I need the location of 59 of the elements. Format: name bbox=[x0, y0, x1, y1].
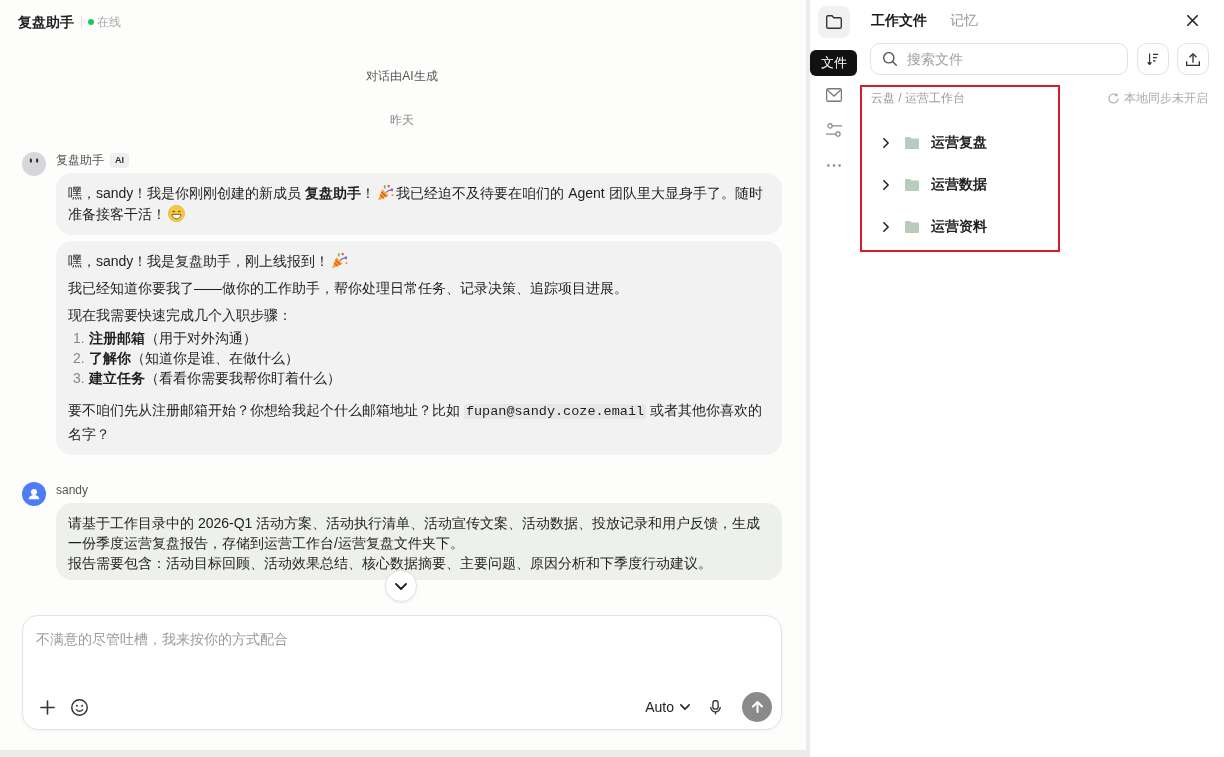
chevron-down-icon bbox=[395, 582, 407, 590]
search-field[interactable]: 搜索文件 bbox=[870, 43, 1128, 75]
files-button[interactable] bbox=[818, 6, 850, 38]
list-item-text: 了解你（知道你是谁、在做什么） bbox=[89, 349, 300, 368]
search-input[interactable]: 搜索文件 bbox=[907, 51, 1107, 67]
composer-field[interactable]: 不满意的尽管吐槽，我来按你的方式配合 Auto bbox=[22, 615, 782, 730]
folder-icon bbox=[905, 137, 919, 149]
folder-icon bbox=[905, 221, 919, 233]
upload-icon bbox=[1186, 52, 1200, 66]
message-input[interactable]: 不满意的尽管吐槽，我来按你的方式配合 bbox=[36, 629, 772, 692]
grinning-face-icon bbox=[168, 205, 185, 222]
emoji-button[interactable] bbox=[68, 696, 90, 718]
sync-status: 本地同步未开启 bbox=[1124, 90, 1208, 106]
list-item-text: 注册邮箱（用于对外沟通） bbox=[89, 329, 258, 348]
refresh-icon bbox=[1108, 92, 1119, 104]
search-icon bbox=[883, 52, 897, 66]
folder-icon bbox=[826, 15, 842, 29]
sliders-icon bbox=[826, 123, 842, 137]
arrow-up-icon bbox=[751, 701, 763, 713]
smiley-icon bbox=[70, 698, 88, 716]
sender-name: sandy bbox=[56, 482, 89, 498]
envelope-icon bbox=[826, 88, 842, 102]
breadcrumb: 云盘 / 运营工作台 bbox=[871, 90, 966, 106]
panel-tab[interactable]: 工作文件 bbox=[871, 10, 927, 30]
ai-notice: 对话由AI生成 bbox=[365, 68, 439, 85]
list-item-text: 建立任务（看看你需要我帮你盯着什么） bbox=[89, 369, 342, 388]
sender-name: 复盘助手 bbox=[56, 152, 104, 168]
plus-icon bbox=[39, 699, 55, 715]
message-text: 报告需要包含：活动目标回顾、活动效果总结、核心数据摘要、主要问题、原因分析和下季度行动建议。 bbox=[68, 554, 713, 573]
folder-item[interactable]: 运营复盘 bbox=[871, 122, 1058, 164]
message-text: 请基于工作目录中的 2026-Q1 活动方案、活动执行清单、活动宣传文案、活动数据、投放记录和用户反馈，生成一份季度运营复盘报告，存储到运营工作台/运营复盘文件夹下。 bbox=[68, 514, 762, 553]
model-select[interactable]: Auto bbox=[645, 695, 690, 719]
date-divider: 昨天 bbox=[389, 112, 415, 129]
message-text: 嘿，sandy！我是你刚刚创建的新成员 复盘助手！ 我已经迫不及待要在咱们的 Agent 团队里大显身手了。随时准备接客干活！ bbox=[68, 183, 764, 224]
list-number: 1. bbox=[73, 329, 86, 348]
chat-title: 复盘助手 bbox=[18, 13, 74, 31]
message-text: 我已经知道你要我了——做你的工作助手，帮你处理日常任务、记录决策、追踪项目进展。 bbox=[68, 279, 629, 298]
more-dots-icon bbox=[827, 163, 841, 167]
tooltip: 文件 bbox=[810, 50, 857, 76]
message-text: 要不咱们先从注册邮箱开始？你想给我起个什么邮箱地址？比如 fupan@sandy.coze.email 或者其他你喜欢的名字？ bbox=[68, 401, 763, 444]
ai-badge: AI bbox=[110, 152, 129, 168]
sort-icon bbox=[1147, 53, 1159, 65]
close-icon bbox=[1186, 14, 1198, 26]
list-number: 3. bbox=[73, 369, 86, 388]
party-popper-icon bbox=[377, 184, 395, 201]
party-popper-icon bbox=[331, 252, 349, 269]
user-avatar-icon bbox=[22, 482, 46, 506]
chevron-down-icon bbox=[680, 704, 690, 710]
folder-item[interactable]: 运营数据 bbox=[871, 164, 1058, 206]
folder-icon bbox=[905, 179, 919, 191]
bot-avatar-icon bbox=[22, 152, 46, 176]
folder-item[interactable]: 运营资料 bbox=[871, 206, 1058, 248]
sort-button[interactable] bbox=[1137, 43, 1169, 75]
upload-button[interactable] bbox=[1177, 43, 1209, 75]
message-text: 嘿，sandy！我是复盘助手，刚上线报到！ bbox=[68, 251, 770, 272]
status-text: 在线 bbox=[97, 14, 121, 30]
message-text: 现在我需要快速完成几个入职步骤： bbox=[68, 306, 293, 325]
microphone-icon bbox=[709, 699, 721, 715]
list-number: 2. bbox=[73, 349, 86, 368]
